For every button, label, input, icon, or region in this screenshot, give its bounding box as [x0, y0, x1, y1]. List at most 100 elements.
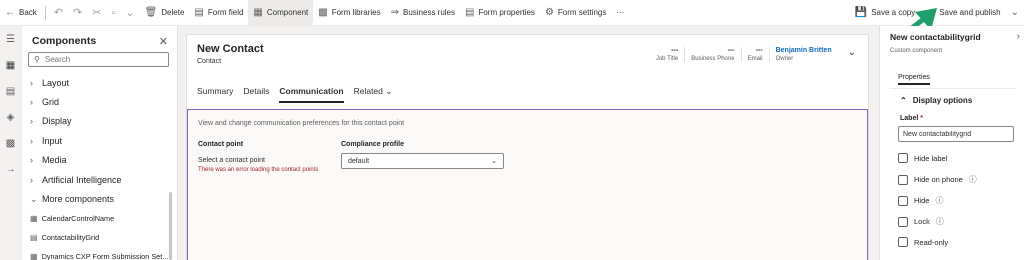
paste-dropdown-button[interactable]: ⌄: [120, 0, 139, 26]
layers-icon[interactable]: ◈: [0, 104, 21, 130]
category-more-components[interactable]: ⌄ More components: [22, 189, 177, 208]
component-item[interactable]: ▦ Dynamics CXP Form Submission Set...: [22, 247, 177, 260]
hide-on-phone-option[interactable]: Hide on phone ⓘ: [898, 174, 977, 185]
category-display[interactable]: › Display: [22, 112, 177, 131]
undo-button[interactable]: ↶: [49, 0, 68, 26]
hide-on-phone-checkbox[interactable]: [898, 174, 908, 185]
trash-icon: 🗑: [144, 6, 158, 18]
tab-related[interactable]: Related ⌄: [354, 86, 393, 103]
form-settings-button[interactable]: ⚙ Form settings: [540, 0, 611, 26]
components-header: Components ✕: [22, 26, 177, 50]
tree-view-icon[interactable]: →: [0, 156, 21, 182]
form-libraries-icon[interactable]: ▩: [0, 130, 21, 156]
components-rail-icon[interactable]: ▦: [0, 52, 21, 78]
chevron-right-icon[interactable]: ›: [1017, 31, 1020, 42]
category-ai[interactable]: › Artificial Intelligence: [22, 170, 177, 189]
divider: [890, 88, 1015, 89]
tab-communication[interactable]: Communication: [279, 86, 344, 103]
hide-option[interactable]: Hide ⓘ: [898, 195, 943, 206]
delete-button[interactable]: 🗑 Delete: [140, 0, 190, 26]
components-panel: Components ✕ ⚲ ›Layout ›Grid ›Display ›I…: [22, 26, 178, 260]
form-canvas: New Contact Contact --- Job Title --- Bu…: [178, 26, 879, 260]
component-button[interactable]: ▦ Component: [248, 0, 314, 26]
cut-button[interactable]: ✂: [87, 0, 106, 26]
info-icon[interactable]: ⓘ: [936, 216, 944, 227]
read-only-option[interactable]: Read-only: [898, 237, 948, 247]
hide-label-option[interactable]: Hide label: [898, 153, 947, 163]
header-field-job-title[interactable]: --- Job Title: [650, 47, 686, 62]
tab-details[interactable]: Details: [243, 86, 269, 103]
properties-subtitle: Custom component: [890, 48, 943, 54]
info-icon[interactable]: ⓘ: [935, 195, 943, 206]
tab-properties[interactable]: Properties: [898, 74, 930, 85]
header-field-owner[interactable]: Benjamin Britten Owner: [770, 47, 832, 62]
category-input[interactable]: › Input: [22, 131, 177, 150]
back-button[interactable]: ← Back: [0, 0, 42, 26]
cut-icon: ✂: [92, 7, 102, 19]
form-entity: Contact: [197, 58, 222, 65]
component-icon: ▦: [253, 6, 263, 18]
form-properties-button[interactable]: ▤ Form properties: [460, 0, 540, 26]
settings-icon: ⚙: [544, 6, 554, 18]
paste-icon: ▫: [111, 6, 116, 19]
category-list: › Layout › Grid › Display › Input › Media › Ar…: [22, 73, 177, 260]
header-fields: --- Job Title --- Business Phone --- Ema…: [650, 47, 856, 62]
form-libraries-button[interactable]: ▩ Form libraries: [313, 0, 385, 26]
chevron-down-icon: ⌄: [30, 193, 38, 204]
paste-button[interactable]: ▫: [106, 0, 120, 26]
category-media[interactable]: › Media: [22, 151, 177, 170]
contact-point-label: Contact point: [198, 141, 244, 148]
save-options-dropdown[interactable]: ⌄: [1006, 0, 1024, 26]
scrollbar-thumb[interactable]: [169, 192, 172, 260]
chevron-down-icon: ⌄: [491, 158, 497, 165]
read-only-checkbox[interactable]: [898, 237, 908, 247]
required-asterisk: *: [920, 115, 923, 122]
components-search[interactable]: ⚲: [28, 52, 169, 67]
lock-option[interactable]: Lock ⓘ: [898, 216, 944, 227]
redo-icon: ↷: [73, 7, 83, 19]
header-field-business-phone[interactable]: --- Business Phone: [685, 47, 742, 62]
label-input[interactable]: [898, 126, 1014, 142]
toolbar-divider: [44, 5, 46, 20]
compliance-profile-label: Compliance profile: [341, 141, 405, 148]
chevron-right-icon: ›: [30, 155, 33, 166]
display-options-header[interactable]: ⌃ Display options: [900, 96, 972, 105]
close-icon[interactable]: ✕: [159, 35, 168, 48]
lock-checkbox[interactable]: [898, 216, 908, 227]
label-field-label: Label *: [900, 115, 923, 122]
save-copy-icon: 💾: [854, 6, 868, 18]
category-layout[interactable]: › Layout: [22, 73, 177, 92]
business-rules-icon: ⇒: [390, 6, 399, 18]
compliance-profile-select[interactable]: default ⌄: [341, 153, 504, 169]
more-commands-button[interactable]: ···: [611, 0, 629, 26]
section-description: View and change communication preference…: [198, 120, 405, 127]
menu-icon[interactable]: ☰: [0, 26, 21, 52]
chevron-down-icon: ⌄: [125, 7, 135, 19]
contact-point-value[interactable]: Select a contact point: [198, 157, 265, 164]
form-preview: New Contact Contact --- Job Title --- Bu…: [186, 34, 869, 260]
chevron-right-icon: ›: [30, 135, 33, 146]
back-arrow-icon: ←: [5, 6, 15, 18]
undo-icon: ↶: [53, 7, 64, 19]
chevron-up-icon: ⌃: [900, 96, 907, 105]
chevron-right-icon: ›: [30, 174, 33, 185]
tab-summary[interactable]: Summary: [197, 86, 233, 103]
component-item[interactable]: ▦ CalendarControlName: [22, 209, 177, 228]
contactability-section[interactable]: View and change communication preference…: [187, 109, 868, 260]
component-item[interactable]: ▤ ContactabilityGrid: [22, 228, 177, 247]
chevron-down-icon[interactable]: ⌄: [848, 47, 856, 58]
header-field-email[interactable]: --- Email: [742, 47, 770, 62]
info-icon[interactable]: ⓘ: [969, 174, 977, 185]
table-columns-icon[interactable]: ▤: [0, 78, 21, 104]
properties-title: New contactabilitygrid: [890, 32, 981, 42]
search-input[interactable]: [44, 55, 163, 64]
redo-button[interactable]: ↷: [68, 0, 87, 26]
category-grid[interactable]: › Grid: [22, 92, 177, 111]
chevron-right-icon: ›: [30, 97, 33, 108]
properties-panel: New contactabilitygrid › Custom componen…: [879, 26, 1024, 260]
business-rules-button[interactable]: ⇒ Business rules: [386, 0, 460, 26]
hide-checkbox[interactable]: [898, 195, 908, 206]
hide-label-checkbox[interactable]: [898, 153, 908, 163]
form-field-button[interactable]: ▤ Form field: [189, 0, 248, 26]
search-icon: ⚲: [34, 55, 40, 64]
